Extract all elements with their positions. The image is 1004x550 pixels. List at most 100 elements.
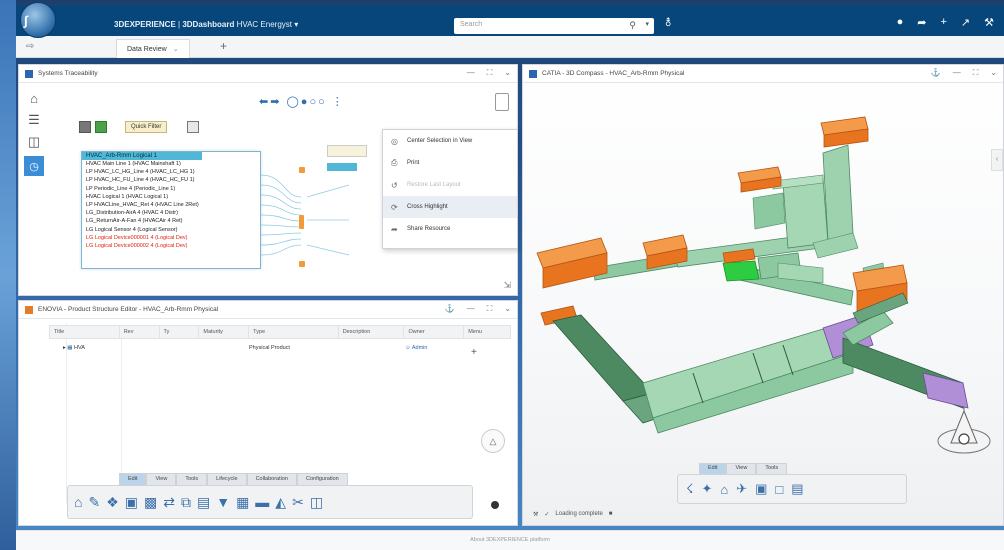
wrench-icon[interactable]: ⚒ xyxy=(533,511,538,518)
lower-duct-network[interactable] xyxy=(552,292,969,434)
menu-icon[interactable]: ⌄ xyxy=(504,68,511,78)
port[interactable] xyxy=(299,215,304,229)
reorder-icon[interactable]: ⇄ xyxy=(163,494,175,511)
pin-icon[interactable]: ⚓ xyxy=(931,68,941,78)
side-panel-toggle-icon[interactable]: ‹ xyxy=(991,149,1003,171)
maximize-icon[interactable]: ⛶ xyxy=(973,68,979,78)
menu-item-restore-layout[interactable]: ↺ Restore Last Layout xyxy=(383,174,517,196)
minimize-icon[interactable]: — xyxy=(467,68,475,78)
column-header[interactable]: Title xyxy=(50,326,120,338)
node-row[interactable]: LP HVAC_LC_HG_Line 4 (HVAC_LC_HG 1) xyxy=(82,168,260,176)
upper-duct-network[interactable] xyxy=(592,144,886,306)
expand-icon[interactable]: ▸ xyxy=(63,345,66,351)
replace-icon[interactable]: ▩ xyxy=(144,494,157,511)
resize-icon[interactable]: ⇲ xyxy=(503,280,511,291)
menu-icon[interactable]: ⌄ xyxy=(990,68,997,78)
document-icon[interactable] xyxy=(495,93,509,111)
tab-lifecycle[interactable]: Lifecycle xyxy=(207,473,247,485)
section-icon[interactable]: ▣ xyxy=(755,481,767,497)
chevron-down-icon[interactable]: ⌄ xyxy=(173,46,179,53)
traceability-graph[interactable]: ⬅➡ ◯●○○ ⋮ Quick Filter HVAC_Arb-Rmm Logi… xyxy=(49,85,518,290)
list-icon[interactable]: ☰ xyxy=(28,112,40,128)
chevron-down-icon[interactable]: ▾ xyxy=(645,20,649,28)
tab-data-review[interactable]: Data Review ⌄ xyxy=(116,39,190,58)
node-row[interactable]: LG_Distribution-AirA 4 (HVAC 4 Distr) xyxy=(82,209,260,217)
database-icon[interactable]: ◫ xyxy=(28,134,40,150)
node-row[interactable]: LP Periodic_Line 4 (Periodic_Line 1) xyxy=(82,185,260,193)
tab-view[interactable]: View xyxy=(726,463,757,474)
column-header[interactable]: Menu xyxy=(464,326,510,338)
tab-edit[interactable]: Edit xyxy=(119,473,147,485)
add-row-icon[interactable]: + xyxy=(471,347,477,358)
search-input[interactable]: Search ⚲ ▾ xyxy=(454,18,654,34)
insert-icon[interactable]: ▣ xyxy=(125,494,138,511)
tab-collaboration[interactable]: Collaboration xyxy=(246,473,297,485)
minimize-icon[interactable]: — xyxy=(953,68,961,78)
node-row[interactable]: LG Logical Sensor 4 (Logical Sensor) xyxy=(82,226,260,234)
fly-icon[interactable]: ✈ xyxy=(736,481,747,497)
explode-icon[interactable]: ✦ xyxy=(701,481,712,497)
app-title[interactable]: 3DEXPERIENCE | 3DDashboard HVAC Energyst… xyxy=(114,20,298,29)
tab-tools[interactable]: Tools xyxy=(176,473,208,485)
menu-item-print[interactable]: ⎙ Print xyxy=(383,152,517,174)
3d-compass-icon[interactable] xyxy=(933,405,995,467)
tag-icon[interactable]: ⚨ xyxy=(664,18,672,29)
maximize-icon[interactable]: ⛶ xyxy=(487,304,493,314)
node-row[interactable]: LG Logical Device000002 4 (Logical Dev) xyxy=(82,242,260,250)
column-header[interactable]: Maturity xyxy=(199,326,250,338)
column-header[interactable]: Owner xyxy=(404,326,465,338)
copy-icon[interactable]: ⧉ xyxy=(181,494,191,511)
minimize-icon[interactable]: — xyxy=(467,304,475,314)
capture-icon[interactable]: ▤ xyxy=(791,481,803,497)
column-header[interactable]: Ty xyxy=(160,326,200,338)
node-row[interactable]: LP HVACLine_HVAC_Ret 4 (HVAC Line 2Ret) xyxy=(82,201,260,209)
maximize-icon[interactable]: ⛶ xyxy=(487,68,493,78)
bookmark-icon[interactable]: ❖ xyxy=(106,494,119,511)
pin-icon[interactable]: ⚓ xyxy=(445,304,455,314)
collapsed-node[interactable] xyxy=(327,145,367,157)
profile-icon[interactable]: ● xyxy=(897,16,904,29)
node-row[interactable]: LP HVAC_HC_FU_Line 4 (HVAC_HC_FU 1) xyxy=(82,176,260,184)
paste-icon[interactable]: ▤ xyxy=(197,494,210,511)
menu-item-cross-highlight[interactable]: ⟳ Cross Highlight xyxy=(383,196,517,218)
measure-icon[interactable]: □ xyxy=(775,482,783,497)
home-icon[interactable]: ⌂ xyxy=(30,91,38,106)
tab-edit[interactable]: Edit xyxy=(699,463,727,474)
node-row[interactable]: HVAC Logical 1 (HVAC Logical 1) xyxy=(82,193,260,201)
tools-icon[interactable]: ⚒ xyxy=(984,16,994,29)
collapsed-node-header[interactable] xyxy=(327,163,357,171)
table-row[interactable]: ▸ ▦ HVA Physical Product ☺ Admin xyxy=(49,341,511,355)
menu-icon[interactable]: ⌄ xyxy=(504,304,511,314)
column-header[interactable]: Rev xyxy=(120,326,160,338)
menu-item-share-resource[interactable]: ➦ Share Resource xyxy=(383,218,517,240)
home-icon[interactable]: ⌂ xyxy=(74,494,82,510)
tab-configuration[interactable]: Configuration xyxy=(296,473,348,485)
filter-icon[interactable]: ▼ xyxy=(216,494,230,510)
add-icon[interactable]: + xyxy=(940,16,946,29)
select-icon[interactable]: ☇ xyxy=(686,481,693,497)
social-icon[interactable]: ↗ xyxy=(961,16,970,29)
node-row[interactable]: HVAC Main Line 1 (HVAC Mainshaft 1) xyxy=(82,160,260,168)
port[interactable] xyxy=(299,261,305,267)
attach-icon[interactable]: ◭ xyxy=(275,494,286,511)
logical-node[interactable]: HVAC_Arb-Rmm Logical 1 HVAC Main Line 1 … xyxy=(81,151,261,269)
tab-tools[interactable]: Tools xyxy=(756,463,788,474)
port[interactable] xyxy=(299,167,305,173)
tab-view[interactable]: View xyxy=(146,473,177,485)
side-panel-toggle-icon[interactable]: △ xyxy=(481,429,505,453)
column-header[interactable]: Type xyxy=(249,326,339,338)
table-icon[interactable]: ▦ xyxy=(236,494,249,511)
node-row[interactable]: LG Logical Device000001 4 (Logical Dev) xyxy=(82,234,260,242)
pencil-icon[interactable]: ✎ xyxy=(88,494,100,511)
cut-icon[interactable]: ✂ xyxy=(292,494,304,511)
add-tab-button[interactable]: + xyxy=(220,39,227,53)
stop-icon[interactable]: ■ xyxy=(609,511,613,518)
menu-item-center-selection[interactable]: ◎ Center Selection in View xyxy=(383,130,517,152)
export-icon[interactable]: ◫ xyxy=(310,494,323,511)
column-header[interactable]: Description xyxy=(339,326,405,338)
3d-viewport[interactable] xyxy=(523,83,1004,503)
collapse-icon[interactable]: ▬ xyxy=(255,494,269,510)
expand-sidebar-icon[interactable]: ⇨ xyxy=(26,41,34,52)
home-icon[interactable]: ⌂ xyxy=(720,482,728,497)
search-icon[interactable]: ⚲ xyxy=(629,20,636,31)
